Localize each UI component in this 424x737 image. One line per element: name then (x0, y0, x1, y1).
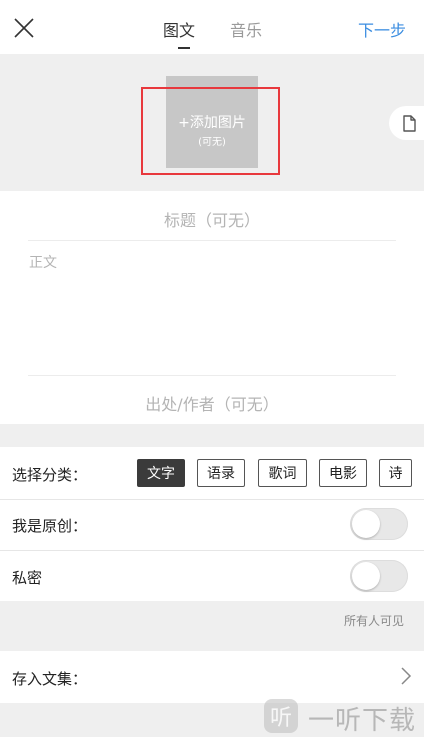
divider (28, 240, 396, 241)
watermark: 听 一听下载 (262, 697, 424, 736)
highlight-annotation-box (141, 87, 280, 175)
original-label: 我是原创： (12, 517, 88, 535)
title-input[interactable]: 标题（可无） (0, 207, 424, 231)
category-chip-movie[interactable]: 电影 (319, 459, 367, 487)
category-chip-poem[interactable]: 诗 (379, 459, 412, 487)
category-chip-lyrics[interactable]: 歌词 (258, 459, 307, 487)
document-icon[interactable] (389, 106, 424, 140)
watermark-text: 一听下载 (308, 706, 417, 736)
active-tab-indicator (178, 47, 190, 49)
category-chip-quotes[interactable]: 语录 (197, 459, 245, 487)
watermark-logo-icon: 听 (264, 699, 298, 733)
divider (28, 375, 396, 376)
chevron-right-icon[interactable] (400, 666, 412, 686)
close-icon[interactable] (10, 14, 38, 42)
original-toggle[interactable] (350, 508, 408, 540)
tab-text-image[interactable]: 图文 (163, 17, 195, 41)
toggle-knob (352, 562, 380, 590)
private-label: 私密 (12, 569, 43, 587)
visibility-note: 所有人可见 (344, 614, 405, 628)
toggle-knob (352, 510, 380, 538)
category-label: 选择分类： (12, 466, 88, 484)
body-textarea[interactable]: 正文 (29, 252, 57, 272)
collection-label: 存入文集： (12, 670, 88, 688)
category-chip-text[interactable]: 文字 (137, 459, 185, 487)
next-step-button[interactable]: 下一步 (358, 17, 406, 41)
source-author-input[interactable]: 出处/作者（可无） (0, 391, 424, 415)
svg-text:听: 听 (270, 706, 292, 731)
private-toggle[interactable] (350, 560, 408, 592)
tab-music[interactable]: 音乐 (230, 17, 262, 41)
